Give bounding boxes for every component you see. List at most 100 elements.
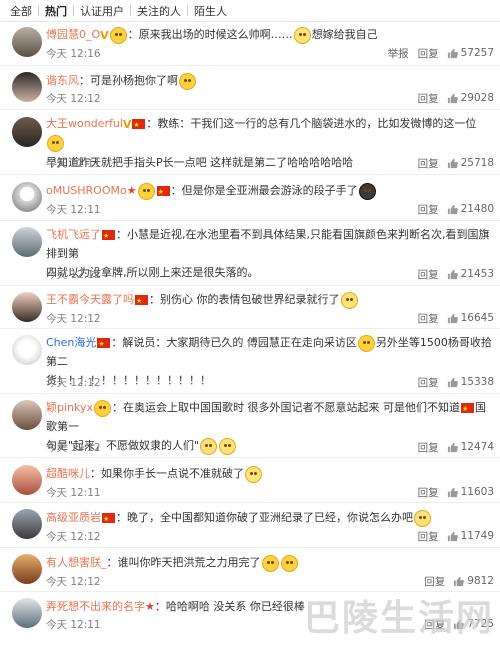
report-link[interactable]: 举报 — [388, 46, 409, 61]
avatar[interactable] — [12, 554, 42, 584]
username-link[interactable]: 弄死想不出来的名字 — [46, 600, 145, 613]
emoji-icon — [261, 554, 279, 572]
like-button[interactable]: 7725 — [453, 618, 494, 630]
tab-hot[interactable]: 热门 — [39, 3, 73, 19]
avatar[interactable] — [12, 598, 42, 628]
avatar[interactable] — [12, 27, 42, 57]
avatar[interactable] — [12, 465, 42, 495]
comment-item: oMUSHROOMo★：但是你是全亚洲最会游泳的段子手了 今天 12:11 回复… — [0, 175, 500, 221]
like-button[interactable]: 25718 — [447, 157, 494, 169]
avatar[interactable] — [12, 227, 42, 257]
thumb-up-icon — [447, 487, 458, 497]
reply-link[interactable]: 回复 — [418, 375, 439, 390]
cat-emoji-icon — [340, 291, 358, 309]
like-button[interactable]: 9812 — [453, 575, 494, 587]
username-link[interactable]: 颖pinkyx — [46, 401, 93, 414]
thumb-up-icon — [454, 619, 465, 629]
reply-link[interactable]: 回复 — [418, 485, 439, 500]
like-button[interactable]: 11749 — [447, 530, 494, 542]
avatar[interactable] — [12, 400, 42, 430]
grin-emoji-icon — [357, 334, 375, 352]
reply-link[interactable]: 回复 — [418, 267, 439, 282]
china-flag-icon — [461, 400, 475, 419]
username-link[interactable]: 高级亚质岩 — [46, 511, 101, 524]
comment-time: 今天 12:11 — [46, 618, 101, 631]
emoji-icon — [94, 399, 112, 417]
thumb-up-icon — [447, 93, 458, 103]
reply-link[interactable]: 回复 — [418, 91, 439, 106]
comment-text: 傅园慧0_OV ：原来我出场的时候这么帅啊…… 想嫁给我自己 — [46, 25, 494, 45]
reply-link[interactable]: 回复 — [418, 529, 439, 544]
emoji-icon — [47, 135, 64, 152]
comment-text: 谐东风：可是孙杨抱你了啊 — [46, 71, 494, 90]
avatar[interactable] — [12, 292, 42, 322]
verified-icon: V — [100, 28, 109, 42]
like-button[interactable]: 15338 — [447, 376, 494, 388]
avatar[interactable] — [12, 72, 42, 102]
comment-item: 超酷咪儿：如果你手长一点说不准就破了 今天 12:11 回复 11603 — [0, 458, 500, 503]
username-link[interactable]: Chen海光 — [46, 336, 96, 349]
china-flag-icon — [156, 183, 170, 202]
reply-link[interactable]: 回复 — [424, 617, 445, 632]
reply-link[interactable]: 回复 — [418, 46, 439, 61]
thumb-up-icon — [447, 442, 458, 452]
comment-time: 今天 12:12 — [46, 312, 101, 325]
comment-item: 谐东风：可是孙杨抱你了啊 今天 12:12 回复 29028 — [0, 66, 500, 110]
comment-time: 今天 12:11 — [46, 268, 101, 281]
comment-text: 王不霸今天露了吗：别伤心 你的表情包破世界纪录就行了 — [46, 290, 494, 311]
comment-item: 傅园慧0_OV ：原来我出场的时候这么帅啊…… 想嫁给我自己 今天 12:16 举报… — [0, 22, 500, 66]
username-link[interactable]: 有人想害朕_ — [46, 556, 107, 569]
like-button[interactable]: 16645 — [447, 312, 494, 324]
like-button[interactable]: 21480 — [447, 203, 494, 215]
china-flag-icon — [102, 227, 115, 246]
like-button[interactable]: 12474 — [447, 441, 494, 453]
tab-strangers[interactable]: 陌生人 — [188, 3, 233, 19]
tab-following[interactable]: 关注的人 — [131, 3, 187, 19]
china-flag-icon — [97, 335, 111, 354]
comment-item: 高级亚质岩：晚了，全中国都知道你破了亚洲纪录了已经，你说怎么办吧 今天 12:1… — [0, 503, 500, 548]
verified-icon: V — [122, 117, 132, 131]
comment-text: 颖pinkyx ：在奥运会上取中国国歌时 很多外国记者不愿意站起来 可是他们不知道… — [46, 398, 494, 436]
china-flag-icon — [135, 292, 148, 311]
comment-text: 高级亚质岩：晚了，全中国都知道你破了亚洲纪录了已经，你说怎么办吧 — [46, 508, 494, 529]
username-link[interactable]: 超酷咪儿 — [46, 467, 90, 480]
comment-time: 今天 12:12 — [46, 376, 101, 389]
username-link[interactable]: oMUSHROOMo — [46, 184, 127, 197]
thumb-up-icon — [447, 531, 458, 541]
comment-item: 颖pinkyx ：在奥运会上取中国国歌时 很多外国记者不愿意站起来 可是他们不知道… — [0, 394, 500, 458]
thumb-up-icon — [447, 313, 458, 323]
crying-emoji-icon — [179, 72, 196, 90]
comment-item: 王不霸今天露了吗：别伤心 你的表情包破世界纪录就行了 今天 12:12 回复 1… — [0, 286, 500, 329]
avatar[interactable] — [12, 335, 42, 365]
cat-emoji-icon — [245, 465, 262, 483]
thumb-up-icon — [447, 204, 458, 214]
like-button[interactable]: 11603 — [447, 486, 494, 498]
reply-link[interactable]: 回复 — [424, 574, 445, 589]
thumb-up-icon — [447, 158, 458, 168]
star-icon: ★ — [145, 600, 155, 613]
avatar[interactable] — [12, 182, 42, 212]
username-link[interactable]: 大王wonderful — [46, 117, 123, 130]
comment-item: 弄死想不出来的名字★：哈哈啊哈 没关系 你已经很棒 今天 12:11 回复 77… — [0, 592, 500, 634]
avatar[interactable] — [12, 117, 42, 147]
thumb-up-icon — [447, 48, 458, 58]
username-link[interactable]: 傅园慧0_O — [46, 28, 100, 41]
cool-emoji-icon — [358, 182, 376, 200]
username-link[interactable]: 王不霸今天露了吗 — [46, 293, 134, 306]
tab-all[interactable]: 全部 — [4, 3, 38, 19]
china-flag-icon — [132, 116, 146, 135]
reply-link[interactable]: 回复 — [418, 202, 439, 217]
like-button[interactable]: 21453 — [447, 268, 494, 280]
comment-item: 大王wonderfulV：教练：干我们这一行的总有几个脑袋进水的，比如发微博的这… — [0, 110, 500, 175]
tab-verified[interactable]: 认证用户 — [74, 3, 130, 19]
username-link[interactable]: 飞机飞远了 — [46, 228, 101, 241]
username-link[interactable]: 谐东风 — [46, 74, 79, 87]
cat-emoji-icon — [414, 509, 431, 527]
reply-link[interactable]: 回复 — [418, 156, 439, 171]
reply-link[interactable]: 回复 — [418, 440, 439, 455]
emoji-icon — [280, 554, 298, 572]
like-button[interactable]: 57257 — [447, 47, 494, 59]
like-button[interactable]: 29028 — [447, 92, 494, 104]
reply-link[interactable]: 回复 — [418, 311, 439, 326]
avatar[interactable] — [12, 509, 42, 539]
